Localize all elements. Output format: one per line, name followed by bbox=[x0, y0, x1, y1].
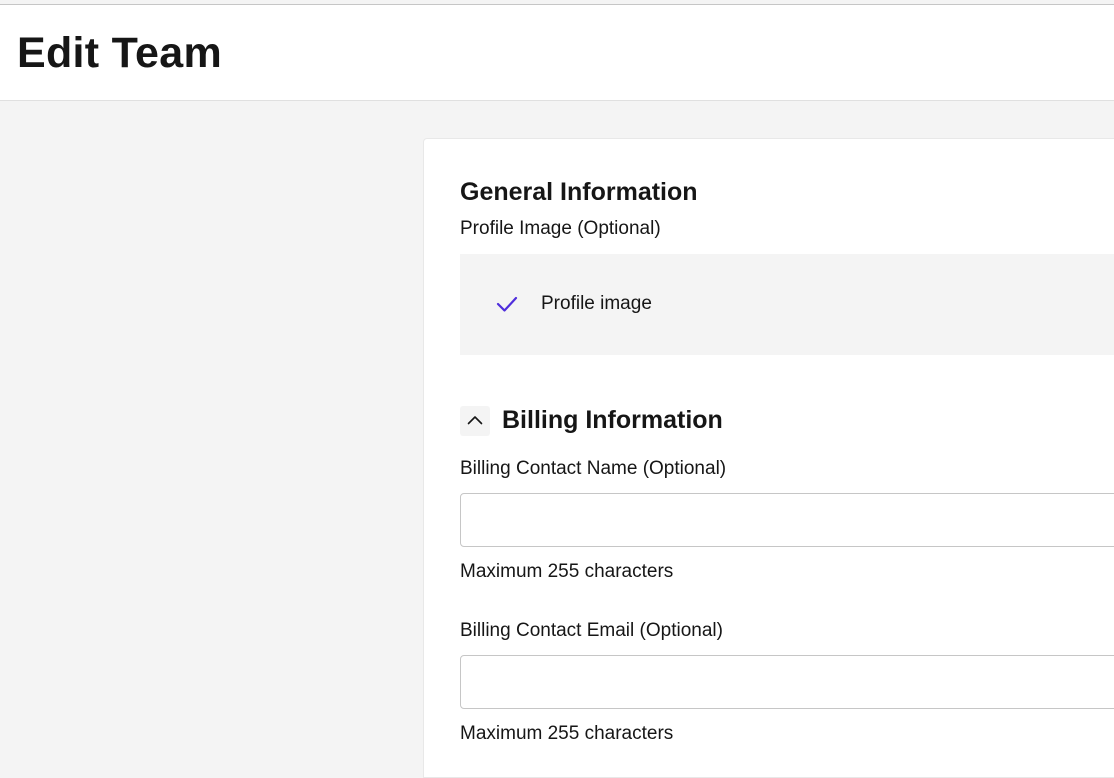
billing-contact-name-helper: Maximum 255 characters bbox=[460, 561, 674, 582]
billing-contact-email-helper: Maximum 255 characters bbox=[460, 723, 674, 744]
billing-contact-name-label: Billing Contact Name (Optional) bbox=[460, 458, 727, 479]
billing-information-heading: Billing Information bbox=[502, 406, 723, 434]
page-header: Edit Team bbox=[0, 5, 1114, 101]
checkmark-icon bbox=[496, 296, 518, 312]
billing-contact-email-label: Billing Contact Email (Optional) bbox=[460, 620, 723, 641]
billing-contact-email-input[interactable] bbox=[460, 655, 1114, 709]
chevron-up-icon bbox=[467, 416, 483, 425]
edit-team-form-card: General Information Profile Image (Optio… bbox=[423, 138, 1114, 778]
profile-image-upload-tile[interactable]: Profile image bbox=[460, 254, 1114, 355]
profile-image-item-label: Profile image bbox=[541, 293, 652, 314]
billing-contact-name-input[interactable] bbox=[460, 493, 1114, 547]
general-information-heading: General Information bbox=[460, 178, 698, 206]
page-title: Edit Team bbox=[17, 29, 222, 77]
profile-image-label: Profile Image (Optional) bbox=[460, 218, 661, 239]
billing-collapse-button[interactable] bbox=[460, 406, 490, 436]
